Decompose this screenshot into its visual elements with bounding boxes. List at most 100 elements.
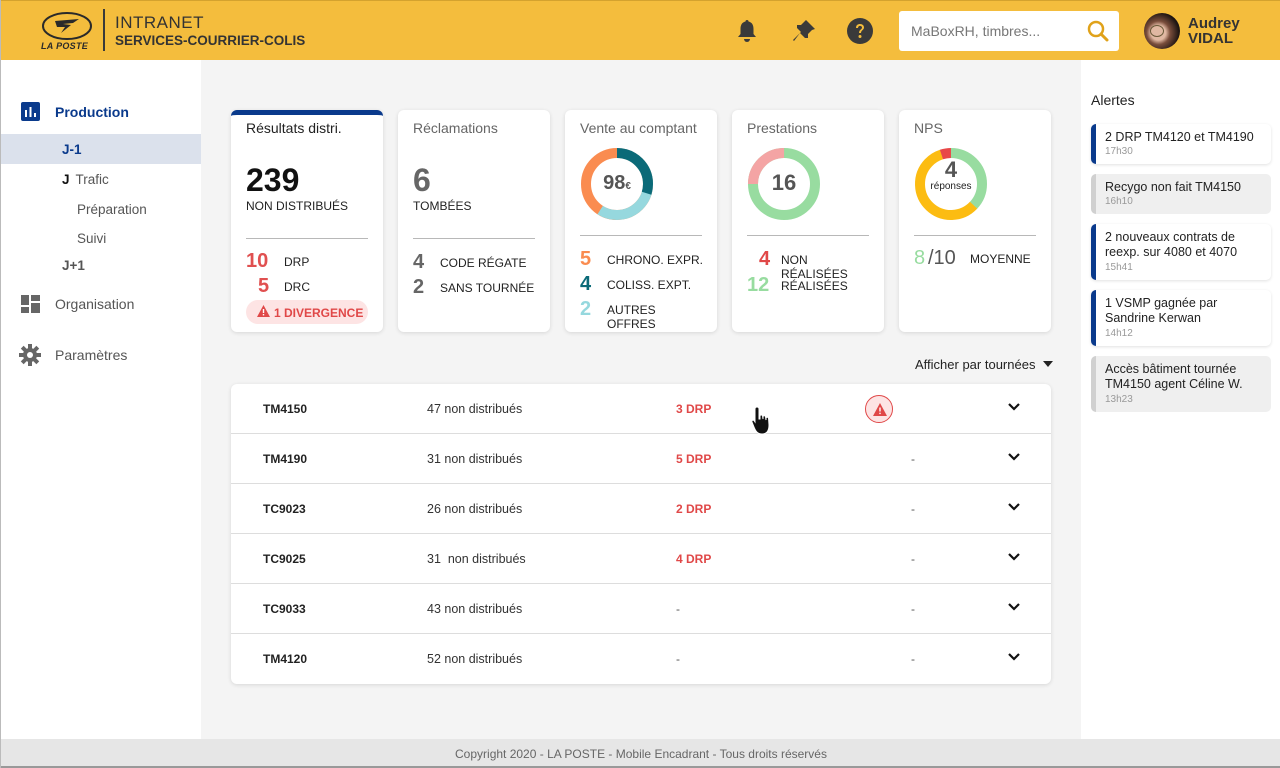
alert-item[interactable]: Accès bâtiment tournée TM4150 agent Céli…	[1091, 356, 1271, 412]
la-poste-logo[interactable]: LA POSTE	[39, 11, 95, 53]
notifications-button[interactable]	[733, 17, 761, 45]
user-first-name: Audrey	[1188, 15, 1240, 32]
alert-item[interactable]: 2 DRP TM4120 et TM4190 17h30	[1091, 124, 1271, 164]
copyright-text: Copyright 2020 - LA POSTE - Mobile Encad…	[455, 747, 827, 761]
card-title: NPS	[914, 120, 943, 136]
tour-id: TM4120	[263, 652, 308, 666]
header-divider	[103, 9, 105, 51]
card-title: Prestations	[747, 120, 818, 136]
tombees-value: 6	[413, 162, 431, 198]
chevron-down-icon[interactable]	[1007, 552, 1021, 562]
pin-button[interactable]	[790, 17, 818, 45]
stat-non-realisees: 4 NON RÉALISÉES	[747, 248, 874, 281]
tours-table: TM4150 47 non distribués 3 DRP TM4190 31 non…	[231, 384, 1051, 684]
stat-label: MOYENNE	[970, 252, 1031, 266]
alert-item[interactable]: Recygo non fait TM4150 16h10	[1091, 174, 1271, 214]
tour-drp: -	[676, 602, 680, 616]
card-resultats-distri[interactable]: Résultats distri. 239 NON DISTRIBUÉS 10 …	[231, 110, 383, 332]
card-divider	[747, 235, 869, 236]
app-header: LA POSTE INTRANET SERVICES-COURRIER-COLI…	[1, 0, 1280, 60]
table-row[interactable]: TM4190 31 non distribués 5 DRP -	[231, 434, 1051, 484]
sidebar-subitem-j-1[interactable]: J-1	[62, 142, 82, 157]
card-nps[interactable]: NPS 4 réponses 8 /10 MOYENNE	[899, 110, 1051, 332]
stat-label: SANS TOURNÉE	[440, 281, 535, 295]
card-prestations[interactable]: Prestations 16 4 NON RÉALISÉES 12 RÉALIS…	[732, 110, 884, 332]
tour-drp: 5 DRP	[676, 452, 712, 466]
tour-divergence: -	[911, 652, 915, 666]
stat-drp: 10 DRP	[246, 250, 373, 272]
bell-icon	[738, 20, 756, 42]
sidebar-item-label: Paramètres	[55, 347, 128, 363]
stat-value: 4	[413, 251, 425, 273]
table-row[interactable]: TM4120 52 non distribués - -	[231, 634, 1051, 684]
alerts-panel: Alertes 2 DRP TM4120 et TM4190 17h30 Recyg…	[1081, 60, 1280, 739]
card-vente-comptant[interactable]: Vente au comptant 98€ 5 CHRONO. EXPR. 4 …	[565, 110, 717, 332]
divergence-alert-button[interactable]	[865, 395, 893, 423]
search-icon[interactable]	[1087, 20, 1109, 42]
stat-label: RÉALISÉES	[781, 279, 848, 293]
tombees-label: TOMBÉES	[413, 199, 472, 213]
dropdown-label: Afficher par tournées	[915, 357, 1036, 372]
sidebar-subitem-suivi[interactable]: Suivi	[77, 231, 106, 246]
vente-total: 98	[603, 172, 626, 194]
nps-score-max: /10	[928, 247, 956, 269]
active-item-highlight	[1, 134, 201, 164]
tour-id: TC9025	[263, 552, 306, 566]
tour-non-distribues: 31 non distribués	[427, 552, 526, 566]
stat-drc: 5 DRC	[246, 275, 373, 297]
pin-icon	[793, 20, 815, 41]
sidebar-subitem-label: Trafic	[75, 172, 109, 187]
prestations-total: 16	[771, 170, 797, 195]
tour-drp: 2 DRP	[676, 502, 712, 516]
chevron-down-icon[interactable]	[1007, 452, 1021, 462]
tour-non-distribues: 52 non distribués	[427, 652, 523, 666]
tour-non-distribues: 43 non distribués	[427, 602, 523, 616]
table-row[interactable]: TC9025 31 non distribués 4 DRP -	[231, 534, 1051, 584]
chevron-down-icon[interactable]	[1007, 602, 1021, 612]
tour-divergence: -	[911, 602, 915, 616]
app-subtitle: SERVICES-COURRIER-COLIS	[115, 33, 306, 48]
card-reclamations[interactable]: Réclamations 6 TOMBÉES 4 CODE RÉGATE 2 S…	[398, 110, 550, 332]
card-divider	[246, 238, 368, 239]
help-button[interactable]	[846, 17, 874, 45]
sidebar-subitem-trafic[interactable]: J Trafic	[62, 172, 109, 187]
stat-label: DRP	[284, 255, 310, 269]
stat-coliss: 4 COLISS. EXPT.	[580, 273, 707, 295]
sidebar: Production J-1 J Trafic Préparation Suivi…	[1, 60, 201, 739]
sidebar-subitem-preparation[interactable]: Préparation	[77, 202, 147, 217]
sidebar-item-organisation[interactable]: Organisation	[1, 294, 201, 316]
stat-value: 2	[413, 276, 425, 298]
stat-value: 5	[258, 275, 270, 297]
search-input[interactable]	[911, 19, 1081, 43]
chevron-down-icon[interactable]	[1007, 402, 1021, 412]
help-icon	[847, 18, 873, 44]
table-row[interactable]: TC9033 43 non distribués - -	[231, 584, 1051, 634]
divergence-badge[interactable]: 1 DIVERGENCE	[246, 300, 368, 324]
chevron-down-icon[interactable]	[1007, 502, 1021, 512]
user-name[interactable]: Audrey VIDAL	[1188, 16, 1240, 46]
chevron-down-icon[interactable]	[1007, 652, 1021, 662]
user-avatar[interactable]	[1144, 13, 1180, 49]
table-row[interactable]: TC9023 26 non distribués 2 DRP -	[231, 484, 1051, 534]
sidebar-item-label: Production	[55, 104, 129, 120]
tour-divergence: -	[911, 452, 915, 466]
alert-time: 17h30	[1105, 146, 1133, 157]
stat-value: 2	[580, 298, 592, 320]
sidebar-item-parametres[interactable]: Paramètres	[1, 344, 201, 366]
view-by-tours-dropdown[interactable]: Afficher par tournées	[915, 357, 1054, 372]
footer: Copyright 2020 - LA POSTE - Mobile Encad…	[1, 739, 1280, 768]
alert-text: Accès bâtiment tournée TM4150 agent Céli…	[1105, 362, 1243, 391]
alert-item[interactable]: 2 nouveaux contrats de reexp. sur 4080 e…	[1091, 224, 1271, 280]
alert-item[interactable]: 1 VSMP gagnée par Sandrine Kerwan 14h12	[1091, 290, 1271, 346]
tour-divergence: -	[911, 502, 915, 516]
sidebar-item-production[interactable]: Production	[1, 102, 201, 124]
sidebar-subitem-j-plus-1[interactable]: J+1	[62, 258, 85, 273]
alert-time: 13h23	[1105, 394, 1133, 405]
stat-chrono: 5 CHRONO. EXPR.	[580, 248, 707, 270]
card-title: Réclamations	[413, 120, 498, 136]
search-box	[899, 11, 1119, 51]
logo-text: LA POSTE	[41, 41, 89, 51]
user-last-name: VIDAL	[1188, 30, 1233, 47]
dashboard-icon	[21, 295, 40, 313]
table-row[interactable]: TM4150 47 non distribués 3 DRP	[231, 384, 1051, 434]
